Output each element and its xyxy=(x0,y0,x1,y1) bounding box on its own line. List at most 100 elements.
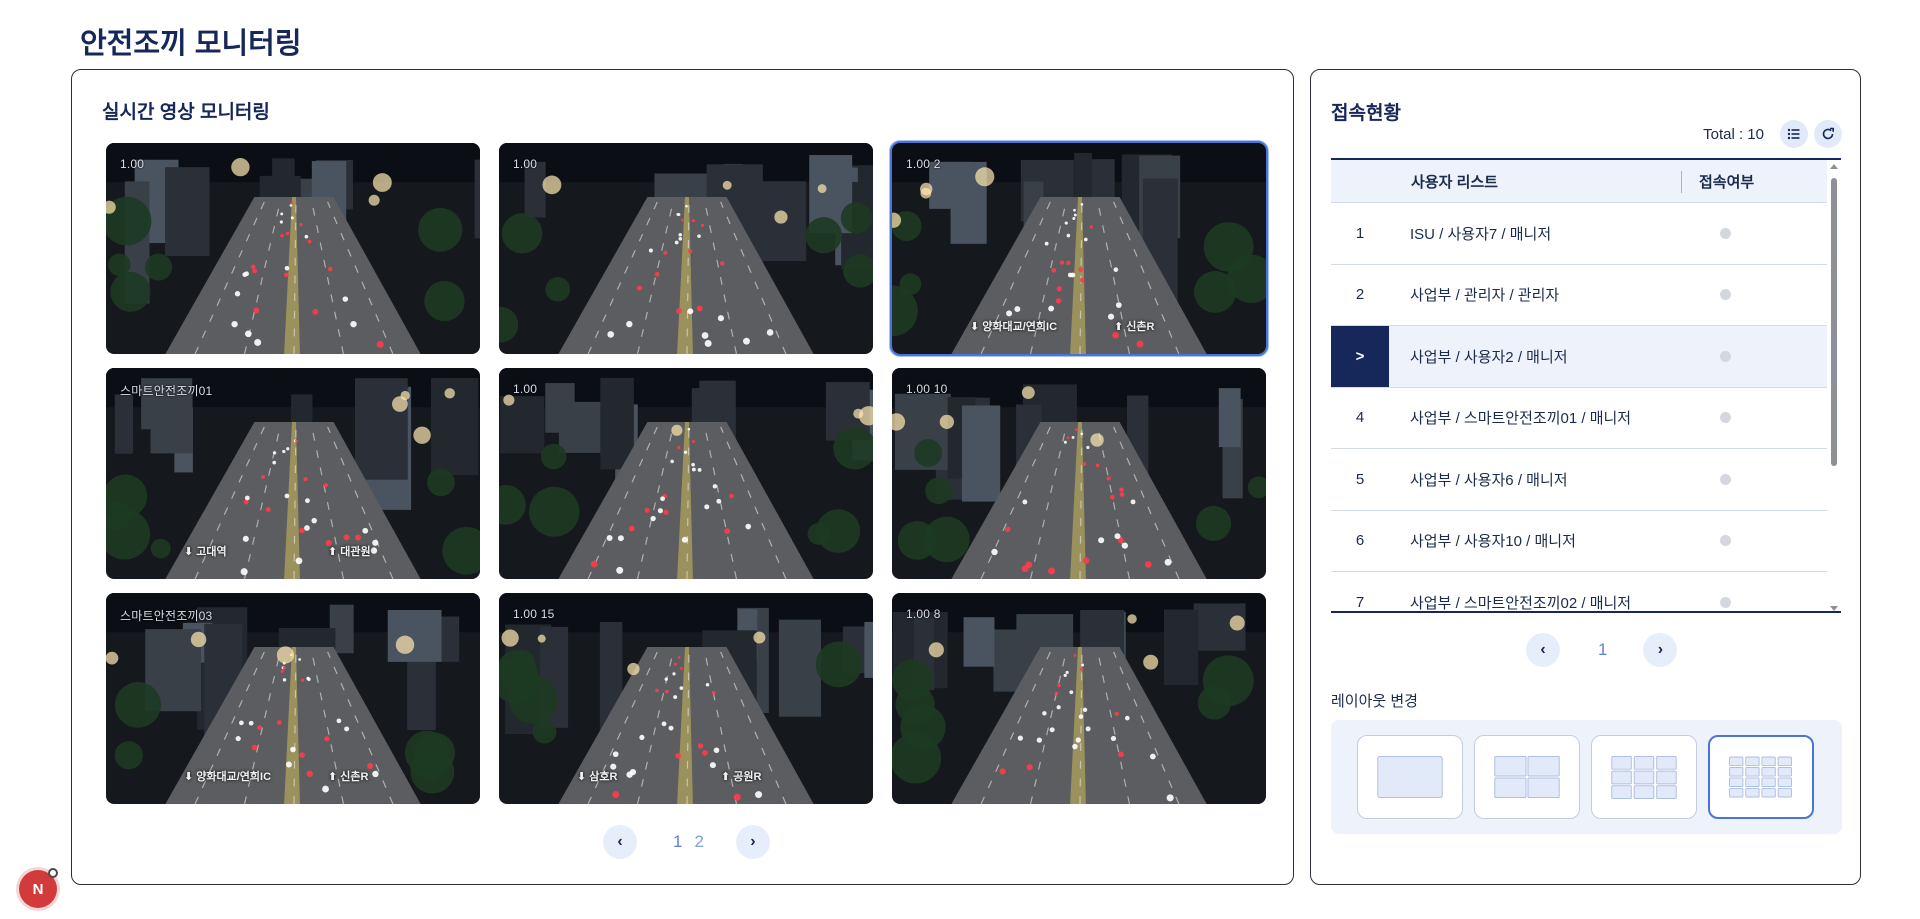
layout-3x3-button[interactable] xyxy=(1591,735,1697,819)
row-user: ISU / 사용자7 / 매니저 xyxy=(1410,225,1552,243)
layout-4x4-icon xyxy=(1729,756,1792,798)
camera-label: 스마트안전조끼01 xyxy=(120,384,213,398)
list-icon xyxy=(1787,128,1800,140)
scroll-down-icon[interactable] xyxy=(1830,606,1838,611)
layout-1x1-button[interactable] xyxy=(1357,735,1463,819)
table-row[interactable]: 2 사업부 / 관리자 / 관리자 xyxy=(1331,265,1827,326)
row-number: 7 xyxy=(1355,593,1365,611)
layout-3x3-icon xyxy=(1611,756,1677,799)
status-dot-icon xyxy=(1720,535,1731,547)
layout-options xyxy=(1331,720,1842,834)
road-sign-text: ⬇ 양화대교/연희IC xyxy=(970,321,1058,333)
total-toolbar: Total : 10 xyxy=(1703,120,1842,148)
header-status: 접속여부 xyxy=(1699,173,1755,191)
camera-feed-9[interactable]: 1.00 8 xyxy=(890,591,1268,806)
layout-4x4-button[interactable] xyxy=(1708,735,1814,819)
camera-feed-7[interactable]: 스마트안전조끼03 ⬇ 양화대교/연희IC ⬆ 신촌R xyxy=(104,591,482,806)
row-user: 사업부 / 사용자10 / 매니저 xyxy=(1410,533,1576,551)
status-dot-icon xyxy=(1720,412,1731,424)
camera-label: 1.00 8 xyxy=(906,607,941,621)
chevron-left-icon: ‹ xyxy=(617,833,623,850)
camera-feed-5[interactable]: 1.00 xyxy=(497,366,875,581)
table-row[interactable]: 4 사업부 / 스마트안전조끼01 / 매니저 xyxy=(1331,388,1827,449)
road-sign-text: ⬇ 삼호R xyxy=(577,771,618,783)
total-count: Total : 10 xyxy=(1703,125,1764,143)
status-dot-icon xyxy=(1720,473,1731,485)
status-dot-icon xyxy=(1720,350,1731,362)
table-row-selected[interactable]: > 사업부 / 사용자2 / 매니저 xyxy=(1331,326,1827,388)
layout-2x2-button[interactable] xyxy=(1474,735,1580,819)
connections-title: 접속현황 xyxy=(1331,103,1401,124)
chevron-right-icon: › xyxy=(750,833,756,850)
user-table: 사용자 리스트 접속여부 1 ISU / 사용자7 / 매니저 2 사업부 / 관리… xyxy=(1331,158,1841,613)
row-number: 2 xyxy=(1355,286,1365,304)
table-header: 사용자 리스트 접속여부 xyxy=(1331,160,1827,203)
table-row[interactable]: 6 사업부 / 사용자10 / 매니저 xyxy=(1331,511,1827,572)
chevron-left-icon: ‹ xyxy=(1540,641,1546,658)
road-sign-text: ⬆ 신촌R xyxy=(328,771,369,783)
notification-dot-icon xyxy=(48,868,58,878)
camera-label: 1.00 xyxy=(513,157,538,171)
header-divider xyxy=(1681,171,1682,193)
row-number: 4 xyxy=(1355,409,1365,427)
layout-1x1-icon xyxy=(1377,756,1443,798)
camera-feed-3[interactable]: 1.00 2 ⬇ 양화대교/연희IC ⬆ 신촌R xyxy=(890,141,1268,356)
connection-status-panel: 접속현황 Total : 10 사용자 리스트 접속여부 1 ISU / 사용자7… xyxy=(1310,69,1861,885)
row-user: 사업부 / 스마트안전조끼01 / 매니저 xyxy=(1410,410,1632,428)
video-pagination: ‹ 1 2 › xyxy=(603,825,770,859)
camera-label: 1.00 15 xyxy=(513,607,555,621)
header-user-list: 사용자 리스트 xyxy=(1411,173,1498,191)
camera-label: 1.00 xyxy=(120,157,145,171)
prev-page-button[interactable]: ‹ xyxy=(603,825,637,859)
page-title: 안전조끼 모니터링 xyxy=(80,28,302,60)
page-number-1[interactable]: 1 xyxy=(1598,640,1607,660)
chevron-right-icon: › xyxy=(1657,641,1664,658)
row-user: 사업부 / 스마트안전조끼02 / 매니저 xyxy=(1410,594,1632,612)
camera-feed-4[interactable]: 스마트안전조끼01 ⬇ 고대역 ⬆ 대관원 xyxy=(104,366,482,581)
camera-label: 1.00 xyxy=(513,382,538,396)
layout-change-label: 레이아웃 변경 xyxy=(1331,693,1418,710)
table-row[interactable]: 7 사업부 / 스마트안전조끼02 / 매니저 xyxy=(1331,572,1827,612)
camera-label: 1.00 10 xyxy=(906,382,948,396)
layout-2x2-icon xyxy=(1494,756,1560,798)
row-number: 1 xyxy=(1355,224,1365,242)
scroll-thumb[interactable] xyxy=(1831,178,1837,466)
status-dot-icon xyxy=(1720,596,1731,608)
camera-label: 스마트안전조끼03 xyxy=(120,609,213,623)
list-view-button[interactable] xyxy=(1780,120,1808,148)
next-page-button[interactable]: › xyxy=(735,825,770,859)
road-sign-text: ⬇ 양화대교/연희IC xyxy=(184,771,272,783)
video-grid: 1.00 1.00 1.00 2 ⬇ 양화대교/연희IC ⬆ 신촌R 스마트안전… xyxy=(104,141,1268,806)
video-monitor-panel: 실시간 영상 모니터링 1.00 1.00 1.00 2 ⬇ 양화대교/연희IC… xyxy=(71,69,1294,885)
prev-page-button[interactable]: ‹ xyxy=(1526,633,1560,667)
camera-feed-8[interactable]: 1.00 15 ⬇ 삼호R ⬆ 공원R xyxy=(497,591,875,806)
road-sign-text: ⬆ 공원R xyxy=(721,771,762,783)
status-dot-icon xyxy=(1720,227,1731,239)
camera-feed-6[interactable]: 1.00 10 xyxy=(890,366,1268,581)
monitor-title: 실시간 영상 모니터링 xyxy=(102,102,270,123)
row-number: 5 xyxy=(1355,470,1365,488)
user-pagination: ‹ 1 › xyxy=(1526,633,1678,667)
camera-feed-1[interactable]: 1.00 xyxy=(104,141,482,356)
table-body: 1 ISU / 사용자7 / 매니저 2 사업부 / 관리자 / 관리자 > 사업부 … xyxy=(1331,203,1827,612)
refresh-button[interactable] xyxy=(1814,120,1842,148)
table-row[interactable]: 1 ISU / 사용자7 / 매니저 xyxy=(1331,203,1827,265)
status-dot-icon xyxy=(1720,289,1731,301)
road-sign-text: ⬇ 고대역 xyxy=(184,546,227,558)
road-sign-text: ⬆ 대관원 xyxy=(328,546,371,558)
road-sign-text: ⬆ 신촌R xyxy=(1114,321,1155,333)
next-page-button[interactable]: › xyxy=(1643,633,1678,667)
camera-label: 1.00 2 xyxy=(906,157,941,171)
row-number: 6 xyxy=(1355,532,1365,550)
row-user: 사업부 / 관리자 / 관리자 xyxy=(1410,287,1560,305)
scroll-up-icon[interactable] xyxy=(1830,164,1838,169)
row-user: 사업부 / 사용자6 / 매니저 xyxy=(1410,471,1568,489)
table-scrollbar[interactable] xyxy=(1827,162,1841,611)
row-user: 사업부 / 사용자2 / 매니저 xyxy=(1410,348,1568,366)
page-number-2[interactable]: 2 xyxy=(694,832,703,852)
camera-feed-2[interactable]: 1.00 xyxy=(497,141,875,356)
table-row[interactable]: 5 사업부 / 사용자6 / 매니저 xyxy=(1331,449,1827,511)
row-selected-indicator: > xyxy=(1331,326,1389,387)
refresh-icon xyxy=(1822,127,1834,140)
page-number-1[interactable]: 1 xyxy=(673,832,682,852)
